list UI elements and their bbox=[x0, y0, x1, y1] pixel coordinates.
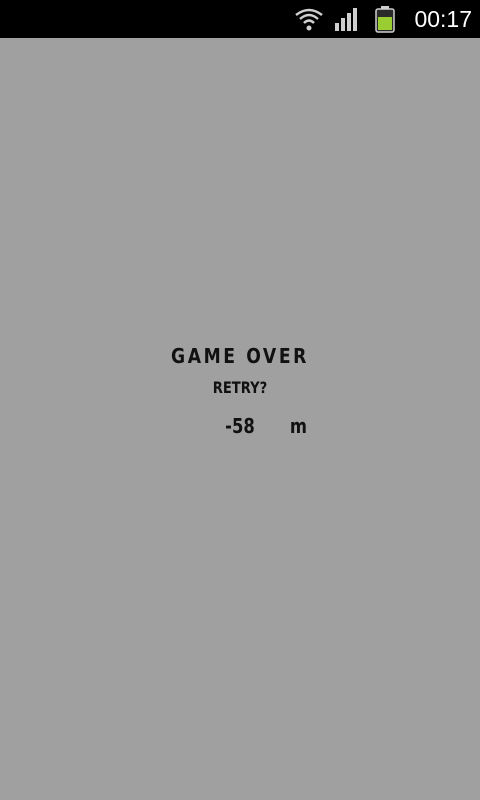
game-screen[interactable]: GAME OVER RETRY? -58 m bbox=[0, 38, 480, 800]
game-over-title: GAME OVER bbox=[171, 344, 309, 368]
distance-unit: m bbox=[289, 414, 307, 438]
wifi-icon bbox=[295, 8, 323, 31]
status-bar: 00:17 bbox=[0, 0, 480, 38]
signal-icon bbox=[335, 8, 357, 31]
battery-icon bbox=[375, 6, 395, 33]
retry-button[interactable]: RETRY? bbox=[43, 378, 437, 397]
status-clock: 00:17 bbox=[414, 6, 472, 32]
distance-value: -58 bbox=[225, 414, 255, 438]
